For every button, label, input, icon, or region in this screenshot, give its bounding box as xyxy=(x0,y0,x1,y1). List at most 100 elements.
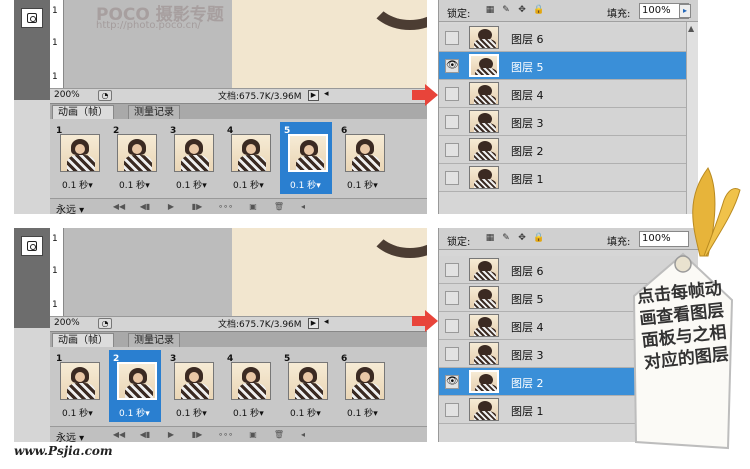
visibility-toggle[interactable] xyxy=(445,143,459,157)
frame-delay[interactable]: 0.1 秒▾ xyxy=(119,178,150,191)
visibility-toggle[interactable] xyxy=(445,347,459,361)
frame-2[interactable]: 2 0.1 秒▾ xyxy=(109,350,161,422)
lock-brush-icon[interactable]: ✎ xyxy=(501,5,511,15)
frame-delay[interactable]: 0.1 秒▾ xyxy=(62,178,93,191)
scroll-left-icon[interactable]: ◂ xyxy=(324,317,329,327)
fill-arrow-icon[interactable]: ▸ xyxy=(679,4,691,18)
frame-delay[interactable]: 0.1 秒▾ xyxy=(347,406,378,419)
frame-delay[interactable]: 0.1 秒▾ xyxy=(347,178,378,191)
scroll-left-icon[interactable]: ◂ xyxy=(296,201,310,213)
visibility-toggle[interactable] xyxy=(445,263,459,277)
frame-delay[interactable]: 0.1 秒▾ xyxy=(176,406,207,419)
lock-transparency-icon[interactable]: ▦ xyxy=(485,233,495,243)
layer-row[interactable]: 图层 1 xyxy=(439,164,687,192)
layer-row[interactable]: 图层 3 xyxy=(439,108,687,136)
zoom-menu-icon[interactable]: ◔ xyxy=(98,90,112,101)
frame-thumbnail xyxy=(60,362,100,400)
lock-move-icon[interactable]: ✥ xyxy=(517,233,527,243)
image-canvas[interactable]: POCO 摄影专题 http://photo.poco.cn/ xyxy=(64,0,427,88)
eye-icon[interactable]: 👁 xyxy=(445,59,459,73)
status-menu-arrow-icon[interactable]: ▶ xyxy=(308,90,319,101)
prev-frame-icon[interactable]: ◀▮ xyxy=(138,429,152,441)
new-frame-icon[interactable]: ▣ xyxy=(246,429,260,441)
frame-1[interactable]: 1 0.1 秒▾ xyxy=(52,350,104,422)
ribbon-icon xyxy=(692,167,741,257)
delete-frame-icon[interactable]: 🗑 xyxy=(272,429,286,441)
animation-panel: 动画（帧） 测量记录 1 0.1 秒▾ 2 0.1 秒▾ 3 0.1 秒▾ 4 0.1 … xyxy=(50,331,427,442)
zoom-menu-icon[interactable]: ◔ xyxy=(98,318,112,329)
status-bar: 200% ◔ 文档:675.7K/3.96M ▶ ◂ xyxy=(50,316,427,330)
lock-move-icon[interactable]: ✥ xyxy=(517,5,527,15)
first-frame-icon[interactable]: ◀◀ xyxy=(112,429,126,441)
ruler-mark: 1 xyxy=(52,38,58,48)
fill-label: 填充: xyxy=(607,9,631,20)
zoom-level[interactable]: 200% xyxy=(54,90,80,100)
tab-measure-log[interactable]: 测量记录 xyxy=(128,105,180,119)
prev-frame-icon[interactable]: ◀▮ xyxy=(138,201,152,213)
lock-label: 锁定: xyxy=(447,237,471,248)
lock-all-icon[interactable]: 🔒 xyxy=(533,233,544,243)
next-frame-icon[interactable]: ▮▶ xyxy=(190,429,204,441)
visibility-toggle[interactable] xyxy=(445,319,459,333)
visibility-toggle[interactable] xyxy=(445,31,459,45)
lock-row: 锁定: ▦ ✎ ✥ 🔒 填充: 100% ▸ xyxy=(439,0,698,22)
frame-delay[interactable]: 0.1 秒▾ xyxy=(233,178,264,191)
play-icon[interactable]: ▶ xyxy=(164,429,178,441)
frame-5[interactable]: 5 0.1 秒▾ xyxy=(280,122,332,194)
visibility-toggle[interactable] xyxy=(445,291,459,305)
eye-icon[interactable]: 👁 xyxy=(445,375,459,389)
frame-4[interactable]: 4 0.1 秒▾ xyxy=(223,350,275,422)
play-icon[interactable]: ▶ xyxy=(164,201,178,213)
lock-transparency-icon[interactable]: ▦ xyxy=(485,5,495,15)
visibility-toggle[interactable] xyxy=(445,171,459,185)
status-menu-arrow-icon[interactable]: ▶ xyxy=(308,318,319,329)
scroll-left-icon[interactable]: ◂ xyxy=(296,429,310,441)
scroll-left-icon[interactable]: ◂ xyxy=(324,89,329,99)
frame-5[interactable]: 5 0.1 秒▾ xyxy=(280,350,332,422)
tab-animation[interactable]: 动画（帧） xyxy=(52,105,114,119)
scroll-up-icon[interactable]: ▲ xyxy=(688,24,694,33)
next-frame-icon[interactable]: ▮▶ xyxy=(190,201,204,213)
tab-animation[interactable]: 动画（帧） xyxy=(52,333,114,347)
frame-6[interactable]: 6 0.1 秒▾ xyxy=(337,122,389,194)
visibility-toggle[interactable] xyxy=(445,115,459,129)
frame-thumbnail xyxy=(231,362,271,400)
layer-thumbnail xyxy=(469,258,499,281)
frame-delay[interactable]: 0.1 秒▾ xyxy=(290,178,321,191)
frame-2[interactable]: 2 0.1 秒▾ xyxy=(109,122,161,194)
delete-frame-icon[interactable]: 🗑 xyxy=(272,201,286,213)
frame-3[interactable]: 3 0.1 秒▾ xyxy=(166,122,218,194)
layer-row[interactable]: 图层 2 xyxy=(439,136,687,164)
frame-thumbnail xyxy=(117,362,157,400)
layer-name: 图层 4 xyxy=(511,89,544,102)
visibility-toggle[interactable] xyxy=(445,403,459,417)
tween-icon[interactable]: ∘∘∘ xyxy=(218,201,233,213)
visibility-toggle[interactable] xyxy=(445,87,459,101)
lock-all-icon[interactable]: 🔒 xyxy=(533,5,544,15)
quick-mask-button[interactable] xyxy=(21,8,43,28)
lock-brush-icon[interactable]: ✎ xyxy=(501,233,511,243)
quick-mask-button[interactable] xyxy=(21,236,43,256)
frame-6[interactable]: 6 0.1 秒▾ xyxy=(337,350,389,422)
frame-3[interactable]: 3 0.1 秒▾ xyxy=(166,350,218,422)
frame-delay[interactable]: 0.1 秒▾ xyxy=(62,406,93,419)
loop-select[interactable]: 永远 ▾ xyxy=(56,201,84,214)
layer-row[interactable]: 图层 6 xyxy=(439,24,687,52)
frame-delay[interactable]: 0.1 秒▾ xyxy=(119,406,150,419)
first-frame-icon[interactable]: ◀◀ xyxy=(112,201,126,213)
frame-1[interactable]: 1 0.1 秒▾ xyxy=(52,122,104,194)
zoom-level[interactable]: 200% xyxy=(54,318,80,328)
tab-measure-log[interactable]: 测量记录 xyxy=(128,333,180,347)
vertical-ruler: 1 1 1 xyxy=(50,228,64,316)
frame-delay[interactable]: 0.1 秒▾ xyxy=(176,178,207,191)
layer-row[interactable]: 👁 图层 5 xyxy=(439,52,687,80)
layer-row[interactable]: 图层 4 xyxy=(439,80,687,108)
loop-select[interactable]: 永远 ▾ xyxy=(56,429,84,442)
image-canvas[interactable] xyxy=(64,228,427,316)
frame-4[interactable]: 4 0.1 秒▾ xyxy=(223,122,275,194)
layer-thumbnail xyxy=(469,342,499,365)
tween-icon[interactable]: ∘∘∘ xyxy=(218,429,233,441)
new-frame-icon[interactable]: ▣ xyxy=(246,201,260,213)
frame-delay[interactable]: 0.1 秒▾ xyxy=(233,406,264,419)
frame-delay[interactable]: 0.1 秒▾ xyxy=(290,406,321,419)
